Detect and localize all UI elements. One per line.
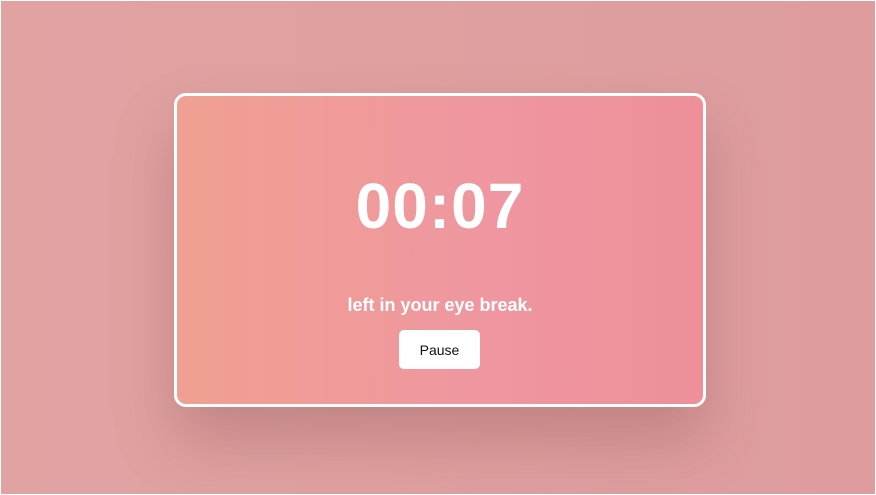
- break-screen: 00:07 left in your eye break. Pause: [0, 0, 876, 495]
- pause-button[interactable]: Pause: [399, 330, 480, 369]
- break-message: left in your eye break.: [347, 295, 533, 315]
- break-card: 00:07 left in your eye break. Pause: [174, 93, 706, 407]
- countdown-timer: 00:07: [355, 170, 525, 242]
